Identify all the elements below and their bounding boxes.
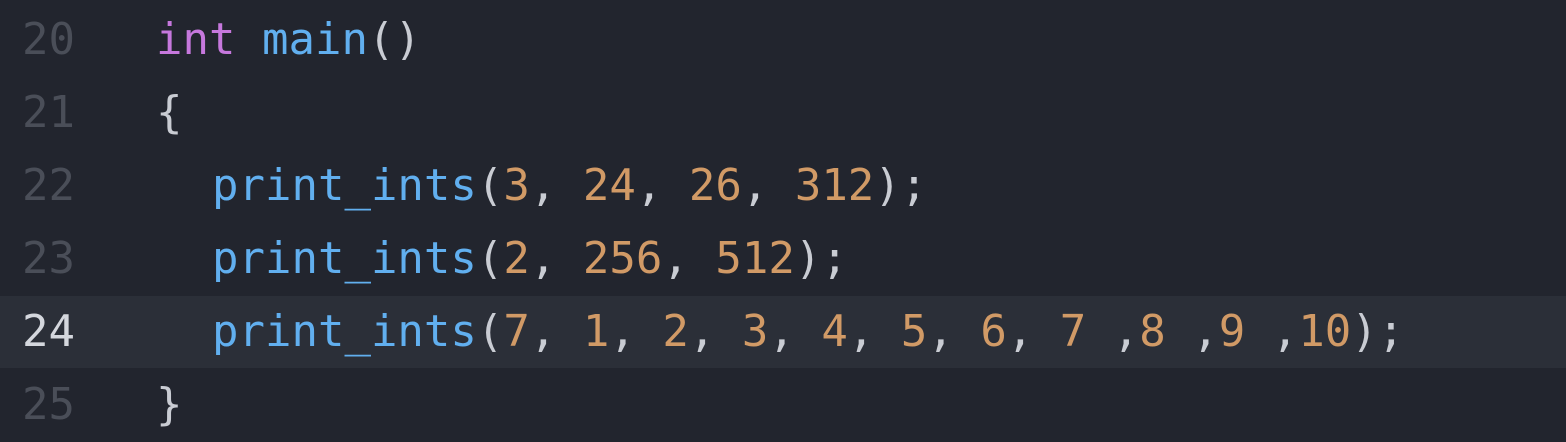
code-content: { <box>156 77 183 149</box>
punctuation-token: } <box>156 379 183 430</box>
number-token: 1 <box>582 306 610 357</box>
punctuation-token: , <box>609 306 663 357</box>
number-token: 9 <box>1218 306 1246 357</box>
code-line-23[interactable]: 23 print_ints(2, 256, 512); <box>0 223 1566 295</box>
code-line-25[interactable]: 25 } <box>0 369 1566 441</box>
code-content: } <box>156 369 183 441</box>
code-line-20[interactable]: 20 int main() <box>0 4 1566 76</box>
function-name-token: print_ints <box>212 233 477 284</box>
line-number: 21 <box>22 87 75 138</box>
number-token: 7 <box>503 306 530 357</box>
punctuation-token: , <box>1006 306 1060 357</box>
punctuation-token: , <box>529 160 583 211</box>
punctuation-token: , <box>1086 306 1140 357</box>
number-token: 10 <box>1298 306 1352 357</box>
function-name-token: print_ints <box>212 160 477 211</box>
code-line-22[interactable]: 22 print_ints(3, 24, 26, 312); <box>0 150 1566 222</box>
number-token: 4 <box>821 306 848 357</box>
number-token: 2 <box>503 233 530 284</box>
code-content: print_ints(7, 1, 2, 3, 4, 5, 6, 7 ,8 ,9 … <box>156 296 1404 368</box>
code-line-21[interactable]: 21 { <box>0 77 1566 149</box>
punctuation-token: , <box>1165 306 1219 357</box>
number-token: 512 <box>715 233 795 284</box>
code-content: int main() <box>156 4 421 76</box>
line-number: 23 <box>22 233 75 284</box>
number-token: 26 <box>688 160 742 211</box>
line-number: 22 <box>22 160 75 211</box>
punctuation-token: ); <box>1351 306 1405 357</box>
punctuation-token: , <box>529 233 583 284</box>
number-token: 256 <box>582 233 663 284</box>
punctuation-token: , <box>1245 306 1299 357</box>
punctuation-token: , <box>529 306 583 357</box>
number-token: 3 <box>503 160 530 211</box>
code-editor[interactable]: 20 int main() 21 { 22 print_ints(3, 24, … <box>0 0 1566 442</box>
function-name-token: print_ints <box>212 306 477 357</box>
number-token: 8 <box>1139 306 1166 357</box>
number-token: 5 <box>900 306 928 357</box>
function-name-token: main <box>261 14 368 65</box>
number-token: 2 <box>662 306 689 357</box>
punctuation-token: , <box>927 306 981 357</box>
punctuation-token: , <box>662 233 716 284</box>
punctuation-token: () <box>367 14 421 65</box>
punctuation-token: ( <box>476 306 504 357</box>
number-token: 6 <box>980 306 1007 357</box>
punctuation-token: ( <box>476 233 504 284</box>
punctuation-token: ( <box>476 160 504 211</box>
line-number: 24 <box>22 306 75 357</box>
line-number: 20 <box>22 14 75 65</box>
number-token: 7 <box>1059 306 1087 357</box>
line-number: 25 <box>22 379 75 430</box>
punctuation-token: , <box>768 306 822 357</box>
punctuation-token: , <box>635 160 689 211</box>
code-content: print_ints(3, 24, 26, 312); <box>156 150 927 222</box>
code-line-24-active[interactable]: 24 print_ints(7, 1, 2, 3, 4, 5, 6, 7 ,8 … <box>0 296 1566 368</box>
punctuation-token: , <box>741 160 795 211</box>
punctuation-token: ); <box>874 160 928 211</box>
number-token: 24 <box>582 160 636 211</box>
number-token: 312 <box>794 160 875 211</box>
punctuation-token: , <box>688 306 742 357</box>
keyword-token: int <box>156 14 236 65</box>
code-content: print_ints(2, 256, 512); <box>156 223 848 295</box>
punctuation-token: ); <box>794 233 848 284</box>
number-token: 3 <box>741 306 769 357</box>
punctuation-token: { <box>156 87 183 138</box>
punctuation-token: , <box>847 306 901 357</box>
